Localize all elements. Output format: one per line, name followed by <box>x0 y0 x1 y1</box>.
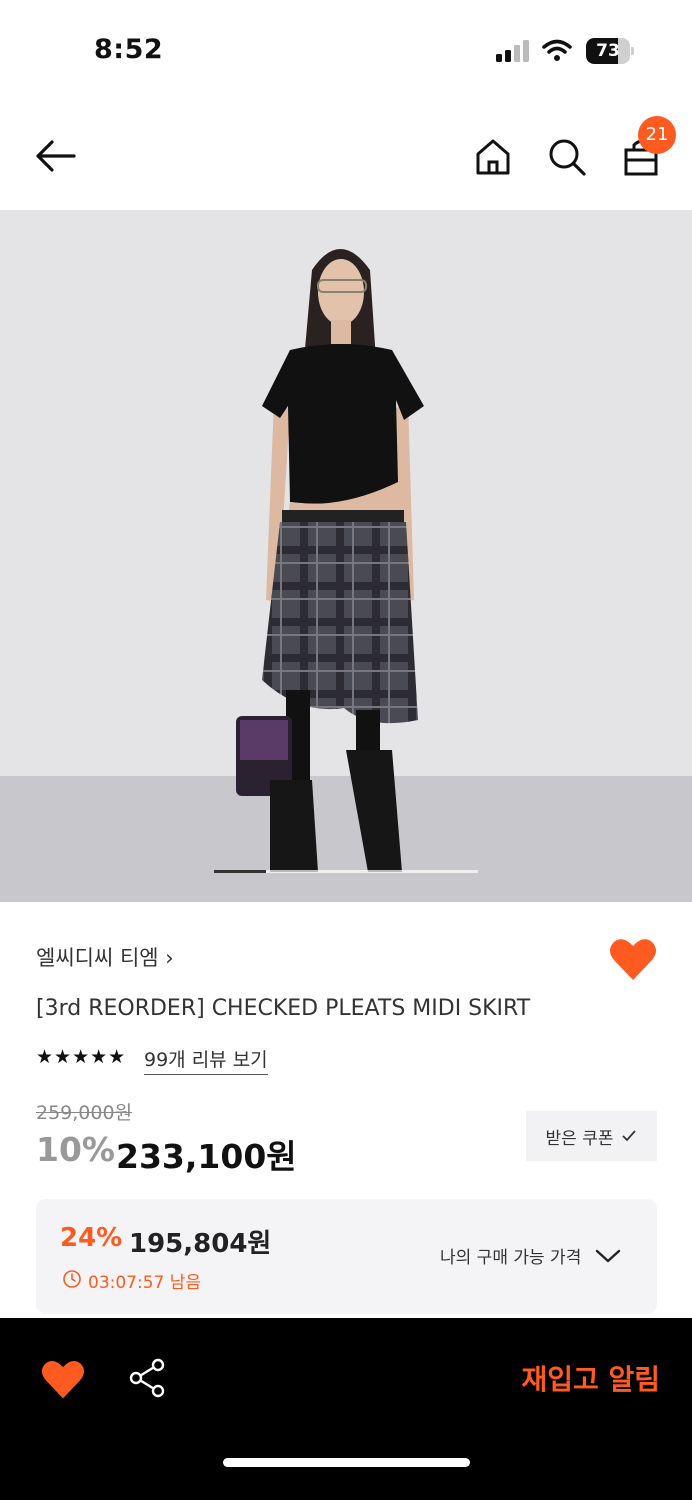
original-price: 259,000원 <box>36 1102 133 1124</box>
product-title: [3rd REORDER] CHECKED PLEATS MIDI SKIRT <box>36 996 531 1021</box>
battery-level: 73 <box>596 41 620 61</box>
nav-header: 21 <box>0 100 692 210</box>
restock-alert-button[interactable]: 재입고 알림 <box>440 1348 660 1408</box>
rating-stars: ★★★★★ <box>36 1046 127 1068</box>
chevron-down-icon <box>596 1249 621 1262</box>
brand-link[interactable]: 엘씨디씨 티엠 › <box>36 942 174 972</box>
countdown-timer: 03:07:57 남음 <box>88 1273 202 1293</box>
coupon-button[interactable]: 받은 쿠폰 <box>526 1111 657 1161</box>
status-bar: 8:52 73 <box>0 0 692 100</box>
heart-icon <box>610 939 656 980</box>
wifi-icon <box>542 39 572 61</box>
home-button[interactable] <box>470 134 516 180</box>
home-indicator <box>223 1458 470 1467</box>
sale-price: 233,100원 <box>116 1137 297 1176</box>
member-discount-rate: 24% <box>60 1223 123 1253</box>
home-icon <box>476 139 510 175</box>
search-button[interactable] <box>544 134 590 180</box>
bottom-like-button[interactable] <box>40 1358 86 1402</box>
cart-count-badge: 21 <box>638 116 676 154</box>
brand-name: 엘씨디씨 티엠 <box>36 946 159 970</box>
share-button[interactable] <box>126 1356 170 1400</box>
heart-icon <box>41 1361 85 1399</box>
back-button[interactable] <box>30 136 80 176</box>
chevron-right-icon: › <box>165 946 174 970</box>
purchasable-price-dropdown[interactable]: 나의 구매 가능 가격 <box>440 1243 621 1268</box>
clock-icon <box>63 1270 81 1288</box>
search-icon <box>549 139 586 176</box>
product-image[interactable]: E E <box>0 210 692 902</box>
battery-icon: 73 <box>586 38 634 64</box>
like-button[interactable] <box>608 936 658 984</box>
bottom-action-bar: 재입고 알림 <box>0 1318 692 1500</box>
discount-rate: 10% <box>36 1130 115 1169</box>
coupon-label: 받은 쿠폰 <box>545 1128 614 1149</box>
back-arrow-icon <box>36 140 76 172</box>
member-price-box[interactable]: 24% 195,804원 03:07:57 남음 나의 구매 가능 가격 <box>36 1199 657 1314</box>
member-price: 195,804원 <box>129 1229 272 1259</box>
model-figure: E E <box>236 249 424 872</box>
review-link[interactable]: 99개 리뷰 보기 <box>144 1045 268 1075</box>
purchasable-price-label: 나의 구매 가능 가격 <box>440 1248 582 1268</box>
image-pager <box>214 870 478 873</box>
image-pager-active <box>214 870 266 873</box>
check-icon <box>622 1130 637 1142</box>
share-icon <box>129 1358 165 1398</box>
signal-icon <box>496 40 529 62</box>
status-time: 8:52 <box>94 34 164 65</box>
